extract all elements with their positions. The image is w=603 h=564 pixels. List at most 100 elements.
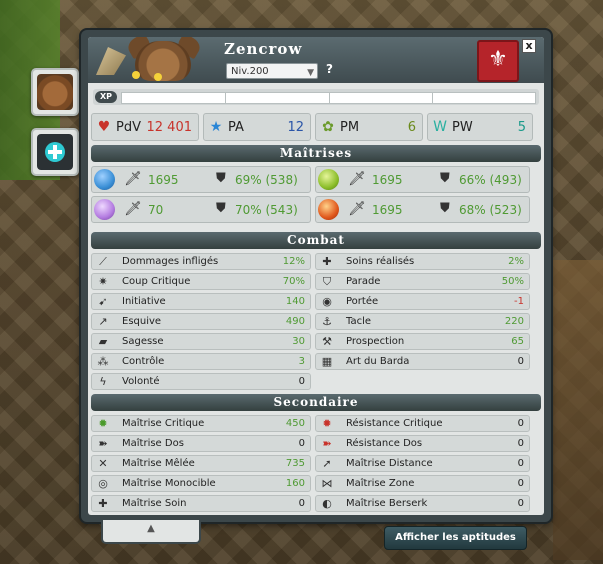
stat-row: ▰ Sagesse 30 — [91, 333, 311, 350]
range-icon: ◉ — [322, 295, 332, 308]
sword-icon: 🗡 — [124, 201, 142, 217]
aptitudes-tab-background — [37, 134, 73, 170]
main-stats: ♥ PdV 12 401 ★ PA 12 ✿ PM 6 W PW 5 — [91, 113, 541, 143]
xp-progress-bar — [121, 92, 536, 104]
stat-value: 160 — [285, 478, 305, 489]
combat-section-title: Combat — [91, 232, 541, 249]
character-avatar — [90, 37, 216, 83]
stat-row: ➽ Résistance Dos 0 — [315, 435, 530, 452]
stat-row: ➽ Maîtrise Dos 0 — [91, 435, 311, 452]
wisdom-icon: ▰ — [98, 335, 108, 348]
avatar-sparkle — [132, 71, 140, 79]
character-sheet-body: Zencrow Niv.200 ▼ ? ⚜ x XP ♥ PdV 12 401 … — [88, 37, 544, 515]
stat-row: ✹ Maîtrise Critique 450 — [91, 415, 311, 432]
critical-icon: ✷ — [98, 275, 108, 288]
stat-health: ♥ PdV 12 401 — [91, 113, 199, 141]
stat-mp-value: 6 — [407, 120, 416, 135]
stat-value: 0 — [298, 498, 305, 509]
stat-value: 12% — [282, 256, 305, 267]
close-button[interactable]: x — [522, 39, 536, 53]
movement-icon: ✿ — [322, 119, 334, 135]
stat-row: ◉ Portée -1 — [315, 293, 530, 310]
stat-label: Maîtrise Mêlée — [122, 458, 195, 469]
stat-label: Maîtrise Critique — [122, 418, 205, 429]
stat-label: Initiative — [122, 296, 166, 307]
dodge-icon: ↗ — [98, 315, 108, 328]
star-icon: ★ — [209, 119, 223, 135]
distance-mastery-icon: ➚ — [322, 457, 332, 470]
stat-value: 3 — [298, 356, 305, 367]
sword-icon: 🗡 — [348, 201, 366, 217]
show-aptitudes-button[interactable]: Afficher les aptitudes — [384, 526, 527, 550]
mastery-fire: 🗡 1695 ⛊ 68% (523) — [315, 196, 530, 223]
heal-mastery-icon: ✚ — [98, 497, 108, 510]
stat-wakfu-points: W PW 5 — [427, 113, 533, 141]
collapse-tab[interactable]: ▲ — [101, 520, 201, 544]
heal-icon: ✚ — [322, 255, 332, 268]
sword-icon: 🗡 — [124, 171, 142, 187]
wakfu-icon: W — [433, 119, 447, 135]
stat-label: Parade — [346, 276, 381, 287]
stat-value: 450 — [285, 418, 305, 429]
guild-emblem-icon[interactable]: ⚜ — [477, 40, 519, 82]
stat-row: ⋈ Maîtrise Zone 0 — [315, 475, 530, 492]
stat-value: 735 — [285, 458, 305, 469]
fire-orb-icon — [318, 199, 339, 220]
stat-wp-value: 5 — [517, 120, 526, 135]
stat-label: Esquive — [122, 316, 162, 327]
critical-resistance-icon: ✹ — [322, 417, 332, 430]
critical-mastery-icon: ✹ — [98, 417, 108, 430]
resistance-value: 70% (543) — [235, 203, 298, 217]
stat-row: ✚ Maîtrise Soin 0 — [91, 495, 311, 512]
avatar-face — [135, 41, 191, 81]
air-orb-icon — [94, 199, 115, 220]
help-icon[interactable]: ? — [326, 62, 333, 76]
mastery-value: 1695 — [372, 203, 403, 217]
background-crates — [553, 260, 603, 560]
initiative-icon: ➹ — [98, 295, 108, 308]
stat-label: Résistance Dos — [346, 438, 423, 449]
resistance-value: 69% (538) — [235, 173, 298, 187]
character-tab[interactable] — [31, 68, 79, 116]
stat-value: 0 — [517, 418, 524, 429]
stat-health-value: 12 401 — [146, 120, 193, 135]
stat-row: ϟ Volonté 0 — [91, 373, 311, 390]
character-sheet-window: Zencrow Niv.200 ▼ ? ⚜ x XP ♥ PdV 12 401 … — [81, 30, 551, 522]
stat-value: 65 — [511, 336, 524, 347]
stat-row: ▦ Art du Barda 0 — [315, 353, 530, 370]
stat-value: 0 — [298, 438, 305, 449]
mastery-value: 70 — [148, 203, 164, 217]
stat-label: Volonté — [122, 376, 160, 387]
mastery-value: 1695 — [148, 173, 179, 187]
resistance-value: 66% (493) — [459, 173, 522, 187]
control-icon: ⁂ — [97, 355, 109, 368]
aptitudes-tab[interactable] — [31, 128, 79, 176]
character-name: Zencrow — [224, 40, 303, 58]
plus-icon — [45, 142, 65, 162]
berserk-mastery-icon: ◐ — [322, 497, 332, 510]
stat-row: ⚒ Prospection 65 — [315, 333, 530, 350]
stat-value: -1 — [514, 296, 524, 307]
rear-resistance-icon: ➽ — [322, 437, 332, 450]
stat-label: Prospection — [346, 336, 405, 347]
level-select[interactable]: Niv.200 ▼ — [226, 63, 318, 79]
stat-value: 30 — [292, 336, 305, 347]
stat-label: Maîtrise Soin — [122, 498, 187, 509]
stat-label: Maîtrise Berserk — [346, 498, 428, 509]
prospecting-icon: ⚒ — [322, 335, 332, 348]
block-icon: ⛉ — [322, 275, 332, 288]
stat-row: ✚ Soins réalisés 2% — [315, 253, 530, 270]
stat-label: Maîtrise Zone — [346, 478, 415, 489]
earth-orb-icon — [318, 169, 339, 190]
stat-value: 140 — [285, 296, 305, 307]
shield-icon: ⛊ — [440, 171, 450, 186]
stat-mp-label: PM — [340, 120, 360, 135]
stat-label: Contrôle — [122, 356, 165, 367]
stat-wp-label: PW — [452, 120, 473, 135]
lock-icon: ⚓ — [322, 315, 332, 328]
stat-action-points: ★ PA 12 — [203, 113, 311, 141]
damage-icon: ⟋ — [99, 255, 107, 268]
character-portrait-icon — [37, 74, 73, 110]
mastery-air: 🗡 70 ⛊ 70% (543) — [91, 196, 311, 223]
level-value: Niv.200 — [231, 66, 269, 77]
